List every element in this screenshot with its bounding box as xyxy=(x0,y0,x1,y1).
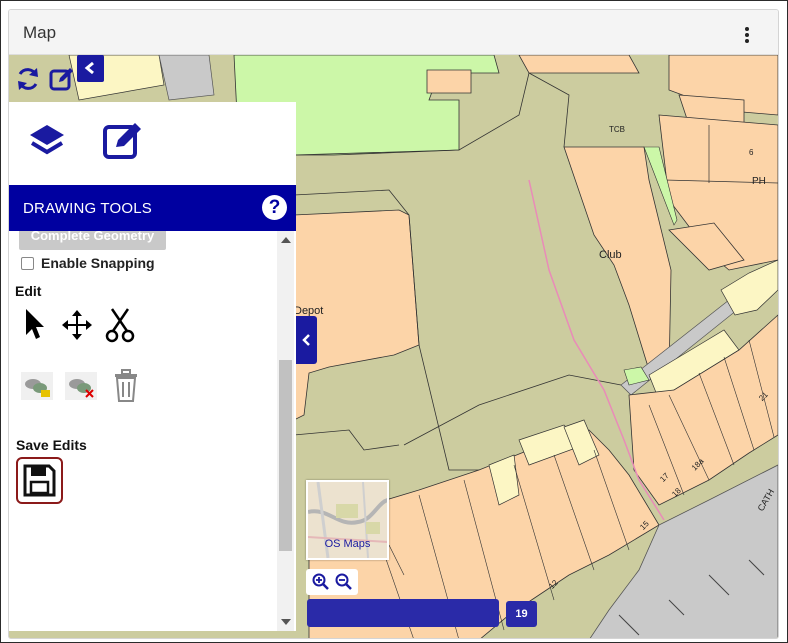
window-frame: Map TCB PH 6 Club Depot 21 18a 17 18 15 … xyxy=(0,0,788,643)
zoom-level-badge: 19 xyxy=(506,601,537,627)
refresh-icon[interactable] xyxy=(15,66,41,92)
map-label-tcb: TCB xyxy=(609,125,625,134)
panel-title: Map xyxy=(23,23,57,42)
more-options-icon[interactable] xyxy=(744,27,750,43)
save-button[interactable] xyxy=(16,457,63,504)
scroll-up-arrow[interactable] xyxy=(281,237,291,243)
add-feature-icon[interactable] xyxy=(21,372,53,400)
overview-map-label: OS Maps xyxy=(324,538,371,550)
scissors-icon[interactable] xyxy=(105,307,135,343)
panel-header: Map xyxy=(9,10,778,55)
map-label-6: 6 xyxy=(749,148,754,157)
zoom-in-icon[interactable] xyxy=(312,573,330,591)
map-label-ph: PH xyxy=(752,176,766,187)
map-panel: Map TCB PH 6 Club Depot 21 18a 17 18 15 … xyxy=(8,9,779,639)
enable-snapping-label: Enable Snapping xyxy=(41,255,155,271)
scroll-down-arrow[interactable] xyxy=(281,619,291,625)
collapse-sidebar-button[interactable] xyxy=(77,55,104,82)
zoom-control xyxy=(306,569,358,595)
save-edits-label: Save Edits xyxy=(16,437,87,453)
zoom-out-icon[interactable] xyxy=(335,573,353,591)
drawing-tools-title: DRAWING TOOLS xyxy=(23,200,153,217)
scrollbar-thumb[interactable] xyxy=(279,360,292,551)
collapse-panel-button[interactable] xyxy=(296,316,317,364)
sidebar-scrollbar[interactable] xyxy=(277,231,294,631)
layers-icon[interactable] xyxy=(27,122,67,162)
enable-snapping-row: Enable Snapping xyxy=(21,255,155,271)
drawing-tools-content: Complete Geometry Enable Snapping Edit S… xyxy=(9,231,296,631)
save-disk-icon xyxy=(23,464,56,497)
enable-snapping-checkbox[interactable] xyxy=(21,256,34,270)
overview-map[interactable]: OS Maps xyxy=(306,480,389,560)
move-icon[interactable] xyxy=(61,309,93,341)
map-label-club: Club xyxy=(599,249,622,261)
scale-bar xyxy=(307,599,499,627)
complete-geometry-button[interactable]: Complete Geometry xyxy=(19,231,166,250)
delete-feature-icon[interactable] xyxy=(65,372,97,400)
edit-section-label: Edit xyxy=(15,283,42,299)
select-pointer-icon[interactable] xyxy=(23,307,49,341)
edit-small-icon[interactable] xyxy=(49,66,75,92)
help-icon[interactable]: ? xyxy=(262,195,287,220)
edit-icon[interactable] xyxy=(101,118,145,162)
drawing-tools-header: DRAWING TOOLS ? xyxy=(9,185,296,231)
trash-icon[interactable] xyxy=(111,369,141,403)
drawing-sidebar: DRAWING TOOLS ? Complete Geometry Enable… xyxy=(9,102,296,631)
